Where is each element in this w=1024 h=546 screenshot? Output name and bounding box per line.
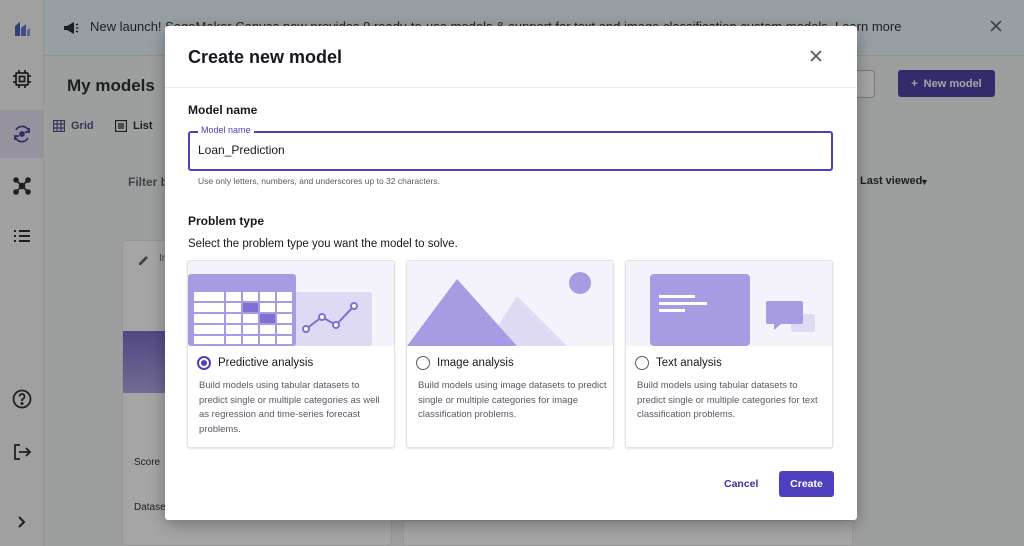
problem-type-section-title: Problem type (188, 214, 265, 228)
radio-image[interactable] (416, 356, 430, 370)
problem-type-image[interactable]: Image analysis Build models using image … (406, 260, 614, 448)
predictive-illustration (188, 261, 394, 346)
predictive-title: Predictive analysis (218, 357, 314, 369)
text-description: Build models using tabular datasets to p… (637, 380, 818, 420)
image-description: Build models using image datasets to pre… (418, 380, 607, 420)
problem-type-text[interactable]: Text analysis Build models using tabular… (625, 260, 833, 448)
create-button[interactable]: Create (779, 471, 834, 497)
problem-type-predictive[interactable]: Predictive analysis Build models using t… (187, 260, 395, 448)
cancel-button[interactable]: Cancel (724, 478, 758, 490)
model-name-input[interactable] (198, 143, 818, 157)
image-illustration (407, 261, 613, 346)
model-name-field[interactable]: Model name (188, 125, 833, 171)
create-model-dialog: Create new model Model name Model name U… (165, 26, 857, 520)
model-name-helper: Use only letters, numbers, and underscor… (198, 176, 440, 186)
model-name-field-label: Model name (198, 125, 254, 135)
text-illustration (626, 261, 832, 346)
image-title: Image analysis (437, 357, 514, 369)
radio-text[interactable] (635, 356, 649, 370)
dialog-header: Create new model (165, 26, 857, 88)
dialog-title: Create new model (188, 47, 343, 67)
radio-predictive[interactable] (197, 356, 211, 370)
text-title: Text analysis (656, 357, 722, 369)
model-name-section-title: Model name (188, 103, 258, 117)
problem-type-instruction: Select the problem type you want the mod… (188, 238, 458, 250)
close-icon[interactable] (808, 48, 824, 64)
predictive-description: Build models using tabular datasets to p… (199, 380, 380, 435)
